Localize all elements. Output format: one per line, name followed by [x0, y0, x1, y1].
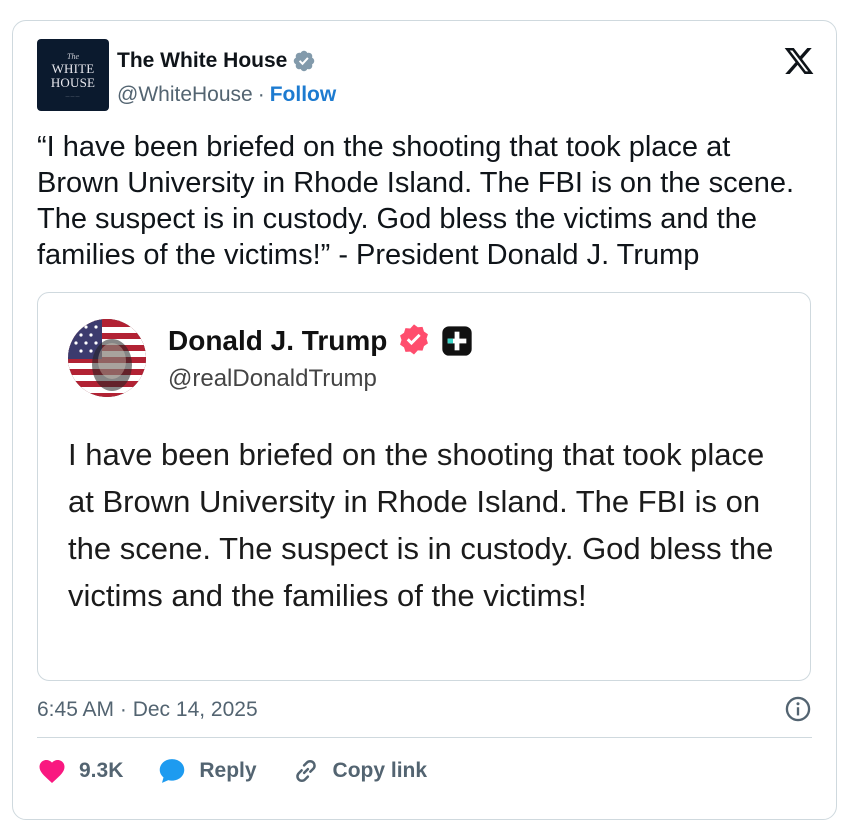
whitehouse-avatar[interactable]: The WHITE HOUSE ———: [37, 39, 109, 111]
separator-dot: ·: [257, 83, 265, 106]
post-timestamp[interactable]: 6:45 AM · Dec 14, 2025: [37, 698, 258, 722]
avatar-text-the: The: [67, 52, 79, 61]
trump-avatar: [68, 319, 146, 397]
reply-button[interactable]: Reply: [157, 756, 257, 786]
flag-portrait-icon: [68, 319, 146, 397]
pink-verified-badge-icon: [400, 324, 429, 355]
like-count: 9.3K: [79, 759, 124, 782]
author-handle-row: @WhiteHouse · Follow: [117, 83, 336, 107]
gray-verified-badge-icon: [294, 50, 315, 72]
avatar-text-house: HOUSE: [50, 75, 96, 90]
quoted-author-row: Donald J. Trump: [168, 323, 473, 359]
follow-button[interactable]: Follow: [270, 83, 337, 107]
info-icon[interactable]: [784, 695, 812, 723]
author-name-row: The White House: [117, 47, 316, 75]
x-logo-icon[interactable]: [783, 45, 815, 77]
action-bar: 9.3K Reply Copy link: [37, 753, 461, 789]
reply-label: Reply: [199, 759, 257, 782]
link-icon: [295, 759, 316, 783]
like-button[interactable]: 9.3K: [37, 756, 123, 786]
avatar-text-white: WHITE: [51, 61, 95, 76]
post-header: The WHITE HOUSE ——— The White House @Whi…: [37, 39, 817, 111]
quoted-author-name: Donald J. Trump: [168, 325, 388, 356]
avatar-decoration: ———: [65, 93, 81, 98]
embedded-post-card: The WHITE HOUSE ——— The White House @Whi…: [12, 20, 837, 820]
quoted-author-handle: @realDonaldTrump: [168, 365, 377, 392]
quoted-post-text: I have been briefed on the shooting that…: [68, 437, 774, 613]
timestamp-row: 6:45 AM · Dec 14, 2025: [37, 695, 812, 725]
author-display-name[interactable]: The White House: [117, 49, 287, 73]
speech-bubble-icon: [160, 759, 185, 783]
author-handle[interactable]: @WhiteHouse: [117, 83, 253, 107]
quoted-post-image[interactable]: Donald J. Trump @realDonaldTrump I have …: [37, 292, 811, 681]
truth-plus-icon: [442, 326, 473, 356]
post-text: “I have been briefed on the shooting tha…: [37, 131, 795, 271]
heart-icon: [39, 760, 65, 783]
copy-link-button[interactable]: Copy link: [291, 756, 428, 786]
divider: [37, 737, 812, 738]
copy-link-label: Copy link: [332, 759, 428, 782]
